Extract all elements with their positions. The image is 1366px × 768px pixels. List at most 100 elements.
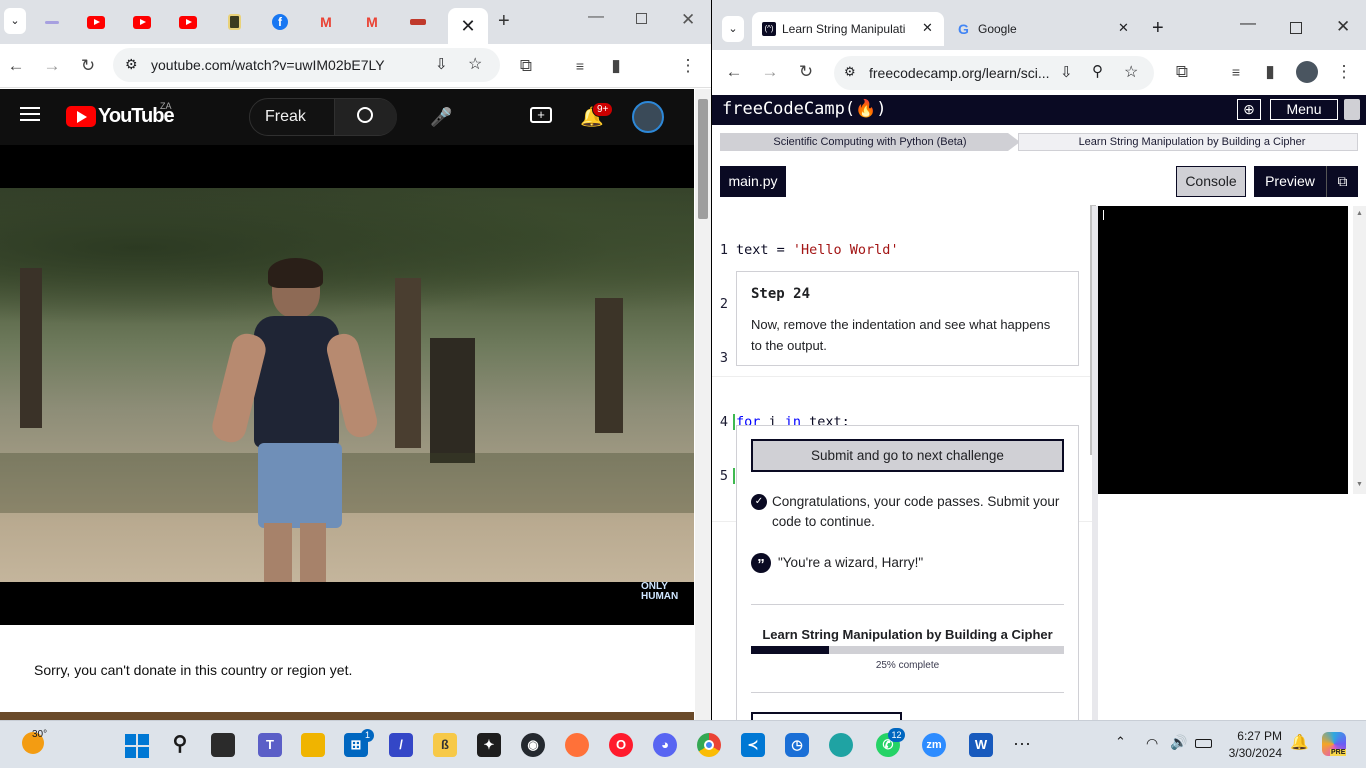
address-bar[interactable]: ⚙ freecodecamp.org/learn/sci... ⇩ ⚲ ☆ (834, 56, 1154, 90)
edge-icon[interactable] (829, 733, 853, 757)
more-apps-icon[interactable]: ··· (1013, 733, 1031, 754)
github-icon[interactable]: ◉ (521, 733, 545, 757)
search-box[interactable]: Freak (249, 98, 397, 136)
preview-button[interactable]: Preview (1254, 166, 1326, 197)
file-tab-main-py[interactable]: main.py (720, 166, 786, 197)
bookmark-star-icon[interactable]: ☆ (468, 54, 482, 74)
new-tab-button[interactable]: + (498, 10, 510, 33)
weather-temp[interactable]: 30° (32, 729, 47, 740)
tab-facebook[interactable]: f (260, 8, 300, 36)
video-player[interactable]: ONLY HUMAN (0, 145, 694, 625)
tab-search-button[interactable]: ⌄ (722, 16, 744, 42)
tab-close-icon[interactable]: ✕ (1118, 20, 1129, 36)
clock-app-icon[interactable]: ◷ (785, 733, 809, 757)
tab-youtube-2[interactable] (122, 8, 162, 36)
tab-search-button[interactable]: ⌄ (4, 8, 26, 34)
address-bar[interactable]: ⚙ youtube.com/watch?v=uwIM02bE7LY ⇩ ☆ (113, 48, 500, 82)
preview-pane[interactable] (1098, 206, 1348, 494)
side-panel-icon[interactable]: ▮ (604, 54, 628, 78)
popout-preview-icon[interactable]: ⧉ (1326, 166, 1358, 197)
tab-youtube-3[interactable] (168, 8, 208, 36)
battery-icon[interactable] (1195, 739, 1212, 748)
next-button[interactable] (751, 712, 902, 720)
file-explorer-icon[interactable] (301, 733, 325, 757)
tab-notes[interactable] (214, 8, 254, 36)
tab-freecodecamp[interactable]: (^) Learn String Manipulati ✕ (752, 12, 944, 46)
word-icon[interactable]: W (969, 733, 993, 757)
youtube-logo-icon[interactable] (66, 106, 96, 127)
close-window-icon[interactable]: ✕ (681, 10, 695, 30)
notification-bell-icon[interactable]: 🔔 (1290, 733, 1309, 751)
maximize-icon[interactable] (1290, 22, 1302, 34)
maximize-icon[interactable] (636, 13, 647, 24)
code-line[interactable]: 1 text = 'Hello World' (712, 241, 1053, 259)
site-info-icon[interactable]: ⚙ (125, 56, 138, 73)
minimize-icon[interactable]: — (588, 8, 604, 26)
back-icon[interactable]: ← (4, 54, 28, 78)
create-video-icon[interactable]: + (530, 107, 552, 123)
search-input[interactable]: Freak (265, 108, 306, 126)
page-scrollbar[interactable] (695, 89, 711, 720)
scrollbar-thumb[interactable] (698, 99, 708, 219)
tab-close-icon[interactable]: ✕ (448, 8, 488, 44)
tab-google[interactable]: G Google ✕ (948, 12, 1140, 46)
firefox-icon[interactable] (565, 733, 589, 757)
media-control-icon[interactable]: ≡ (568, 54, 592, 78)
scroll-up-icon[interactable]: ▲ (1356, 210, 1363, 217)
fcc-logo[interactable]: freeCodeCamp(🔥) (722, 99, 886, 119)
preview-scrollbar[interactable]: ▲ ▼ (1353, 206, 1366, 494)
back-icon[interactable]: ← (722, 60, 746, 84)
submit-button[interactable]: Submit and go to next challenge (751, 439, 1064, 472)
bookmark-star-icon[interactable]: ☆ (1124, 62, 1138, 82)
side-panel-icon[interactable]: ▮ (1258, 60, 1282, 84)
hamburger-menu-icon[interactable] (20, 107, 40, 121)
clock-date[interactable]: 3/30/2024 (1222, 746, 1282, 760)
linear-app-icon[interactable]: / (389, 733, 413, 757)
tab-close-icon[interactable]: ✕ (922, 20, 933, 36)
zoom-icon[interactable]: ⚲ (1092, 62, 1103, 80)
reload-icon[interactable]: ↻ (794, 60, 818, 84)
site-info-icon[interactable]: ⚙ (844, 64, 856, 80)
search-button[interactable] (334, 99, 397, 135)
breadcrumb-superblock[interactable]: Scientific Computing with Python (Beta) (720, 133, 1020, 151)
breadcrumb-block[interactable]: Learn String Manipulation by Building a … (1022, 133, 1362, 151)
tab-youtube-1[interactable] (76, 8, 116, 36)
discord-icon[interactable]: ◕ (653, 733, 677, 757)
chrome-icon[interactable] (697, 733, 721, 757)
extensions-icon[interactable]: ⧉ (1170, 60, 1194, 84)
close-window-icon[interactable]: ✕ (1336, 17, 1350, 37)
tab-gmail-2[interactable]: M (352, 8, 392, 36)
search-icon[interactable]: ⚲ (168, 733, 192, 757)
forward-icon[interactable]: → (758, 60, 782, 84)
volume-icon[interactable]: 🔊 (1170, 734, 1187, 751)
extensions-icon[interactable]: ⧉ (514, 54, 538, 78)
bitcoin-app-icon[interactable]: ß (433, 733, 457, 757)
forward-icon[interactable]: → (40, 54, 64, 78)
opera-icon[interactable]: O (609, 733, 633, 757)
tab-gmail-1[interactable]: M (306, 8, 346, 36)
teams-icon[interactable]: T (258, 733, 282, 757)
more-menu-icon[interactable]: ⋮ (676, 54, 700, 78)
profile-avatar[interactable] (1296, 61, 1318, 83)
reload-icon[interactable]: ↻ (76, 54, 100, 78)
mic-icon[interactable]: 🎤 (430, 107, 452, 128)
more-menu-icon[interactable]: ⋮ (1332, 60, 1356, 84)
install-app-icon[interactable]: ⇩ (1060, 63, 1073, 81)
vscode-icon[interactable]: ≺ (741, 733, 765, 757)
wifi-icon[interactable]: ◠ (1146, 735, 1158, 752)
zoom-icon[interactable]: zm (922, 733, 946, 757)
menu-button[interactable]: Menu (1270, 99, 1338, 120)
new-tab-button[interactable]: + (1152, 17, 1164, 40)
tab-8[interactable] (398, 8, 438, 36)
media-control-icon[interactable]: ≡ (1224, 60, 1248, 84)
split-divider[interactable] (1092, 206, 1098, 720)
language-globe-icon[interactable]: ⊕ (1237, 99, 1261, 120)
figma-icon[interactable]: ✦ (477, 733, 501, 757)
console-button[interactable]: Console (1176, 166, 1246, 197)
clock-time[interactable]: 6:27 PM (1230, 729, 1282, 743)
start-windows-icon[interactable] (125, 734, 149, 758)
minimize-icon[interactable]: — (1240, 15, 1256, 33)
install-app-icon[interactable]: ⇩ (435, 55, 448, 73)
user-avatar-icon[interactable] (1344, 99, 1360, 120)
task-view-icon[interactable] (211, 733, 235, 757)
